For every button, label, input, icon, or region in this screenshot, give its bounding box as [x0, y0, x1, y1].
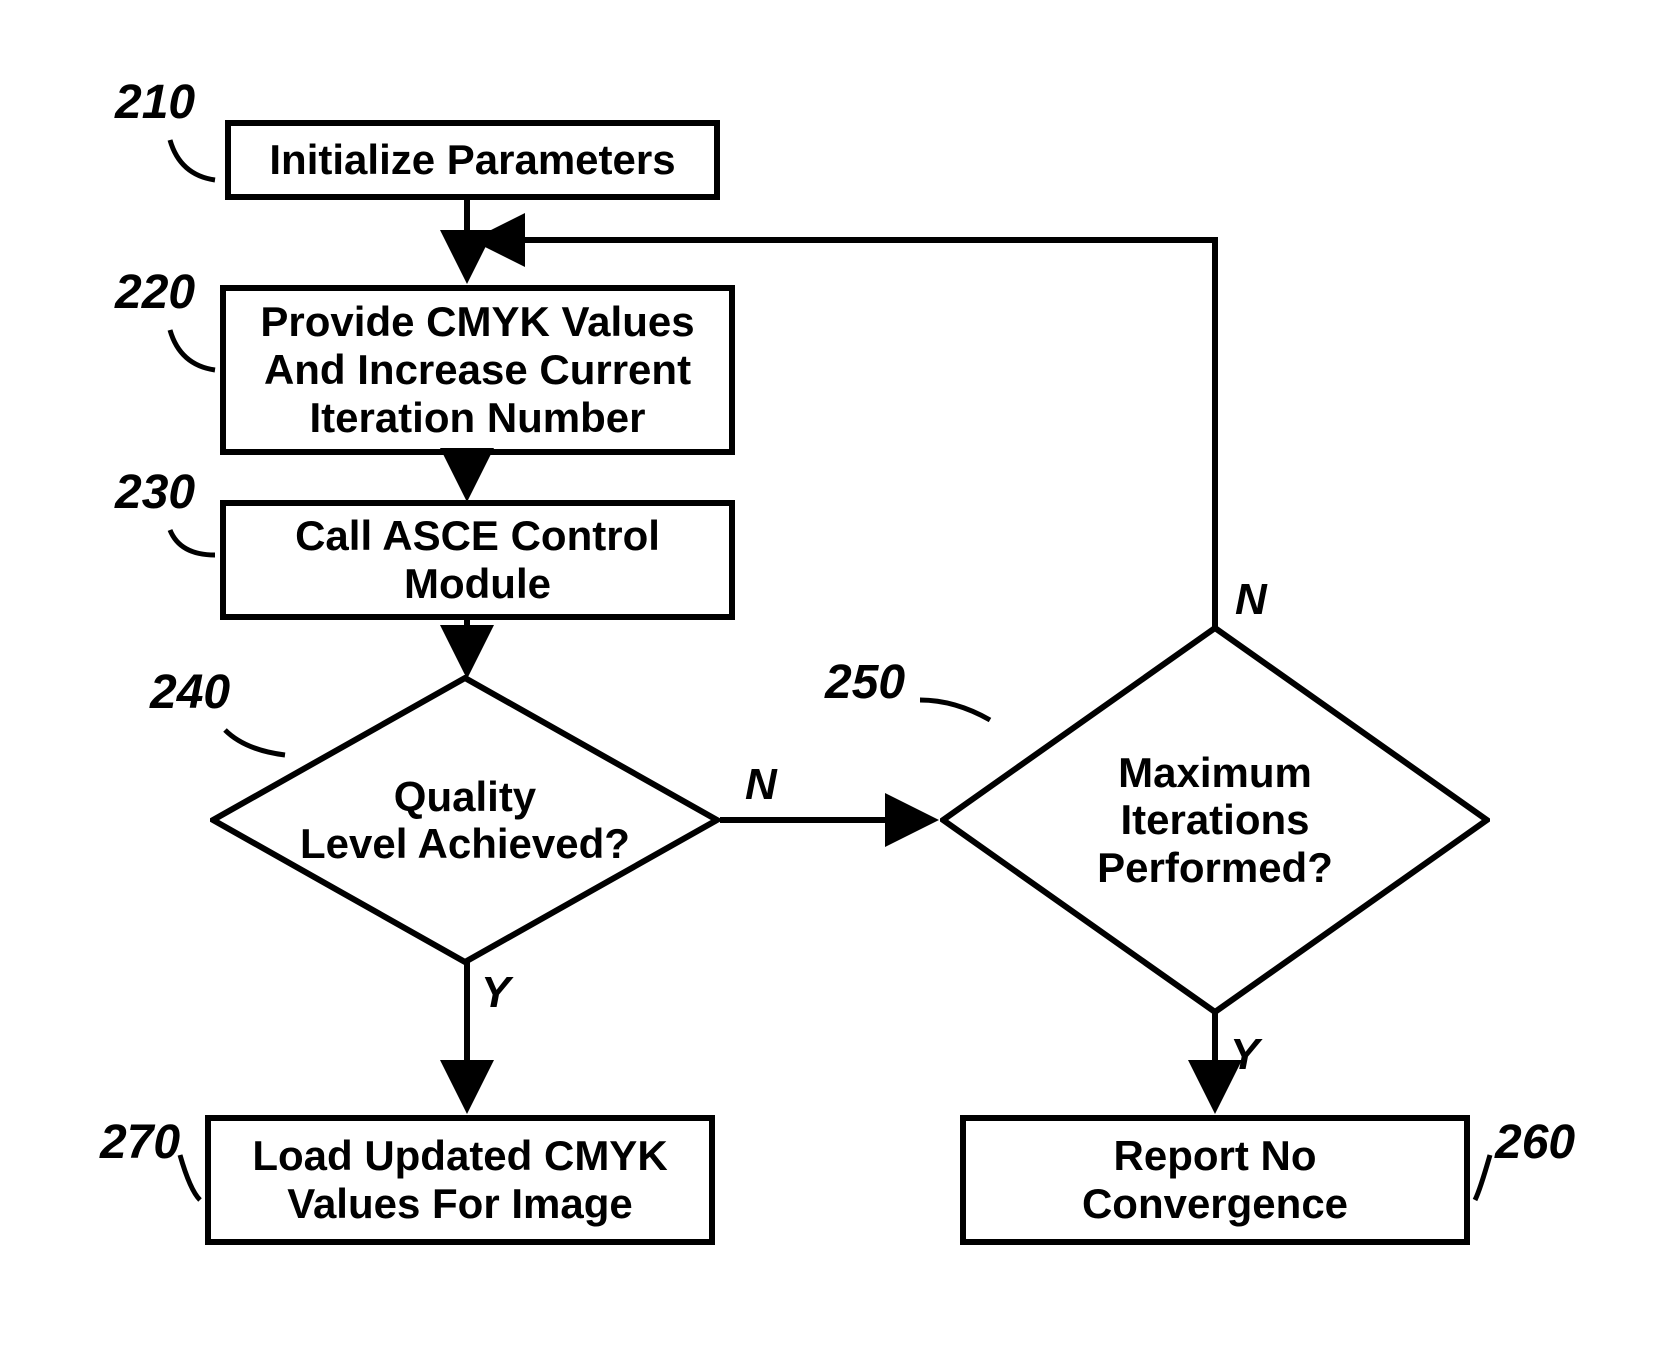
node-load-updated-cmyk: Load Updated CMYKValues For Image — [205, 1115, 715, 1245]
node-text: Provide CMYK ValuesAnd Increase CurrentI… — [260, 298, 694, 443]
node-call-asce: Call ASCE ControlModule — [220, 500, 735, 620]
flowchart: 210 220 230 240 250 260 270 Initialize P… — [0, 0, 1678, 1355]
node-text: Initialize Parameters — [269, 136, 675, 184]
label-max-no: N — [1235, 575, 1267, 625]
ref-270: 270 — [100, 1115, 180, 1170]
ref-210: 210 — [115, 75, 195, 130]
ref-250: 250 — [825, 655, 905, 710]
node-initialize-parameters: Initialize Parameters — [225, 120, 720, 200]
label-max-yes: Y — [1230, 1030, 1259, 1080]
node-provide-cmyk: Provide CMYK ValuesAnd Increase CurrentI… — [220, 285, 735, 455]
ref-230: 230 — [115, 465, 195, 520]
node-report-no-convergence: Report NoConvergence — [960, 1115, 1470, 1245]
node-quality-level: QualityLevel Achieved? — [210, 675, 720, 965]
label-quality-no: N — [745, 760, 777, 810]
ref-260: 260 — [1495, 1115, 1575, 1170]
node-max-iterations: MaximumIterationsPerformed? — [940, 625, 1490, 1015]
ref-220: 220 — [115, 265, 195, 320]
node-text: Call ASCE ControlModule — [295, 512, 660, 609]
node-text: MaximumIterationsPerformed? — [1097, 749, 1333, 890]
node-text: Load Updated CMYKValues For Image — [252, 1132, 667, 1229]
node-text: QualityLevel Achieved? — [300, 773, 630, 867]
node-text: Report NoConvergence — [1082, 1132, 1348, 1229]
label-quality-yes: Y — [481, 968, 510, 1018]
